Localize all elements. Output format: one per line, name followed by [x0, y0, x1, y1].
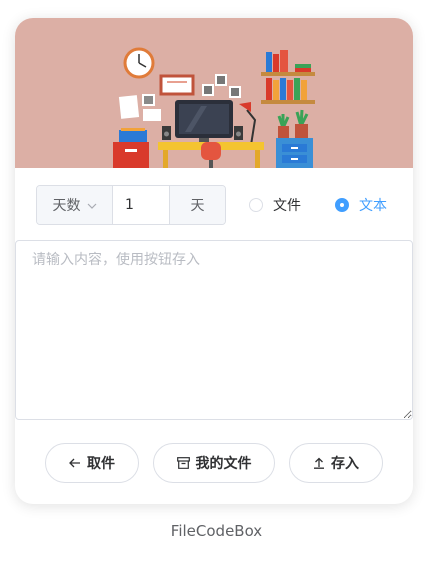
box-icon	[176, 457, 190, 469]
radio-text[interactable]: 文本	[335, 195, 387, 215]
save-button-label: 存入	[331, 456, 359, 472]
radio-file-label: 文件	[273, 198, 301, 214]
save-button[interactable]: 存入	[289, 443, 383, 483]
controls-row: 天数 天 文件 文本	[15, 168, 413, 240]
expire-unit-select[interactable]: 天数	[37, 186, 113, 224]
office-desk-illustration	[113, 47, 315, 168]
get-button-label: 取件	[87, 456, 115, 472]
banner-illustration	[15, 18, 413, 168]
expire-unit-label: 天数	[52, 198, 81, 214]
content-textarea[interactable]	[15, 240, 413, 420]
expire-input-group: 天数 天	[36, 185, 226, 225]
my-files-button-label: 我的文件	[195, 456, 252, 472]
radio-text-dot[interactable]	[335, 198, 349, 212]
radio-file-dot[interactable]	[249, 198, 263, 212]
my-files-button[interactable]: 我的文件	[153, 443, 275, 483]
action-buttons: 取件 我的文件 存入	[15, 443, 413, 483]
upload-icon	[313, 457, 325, 469]
expire-value-input[interactable]	[113, 186, 169, 224]
main-card: 天数 天 文件 文本 取件 我	[15, 18, 413, 504]
expire-suffix: 天	[169, 186, 225, 224]
get-button[interactable]: 取件	[45, 443, 139, 483]
radio-text-label: 文本	[359, 198, 387, 214]
chevron-down-icon	[87, 199, 97, 212]
footer-brand: FileCodeBox	[170, 522, 263, 540]
radio-file[interactable]: 文件	[249, 195, 301, 215]
arrow-left-icon	[69, 458, 81, 468]
